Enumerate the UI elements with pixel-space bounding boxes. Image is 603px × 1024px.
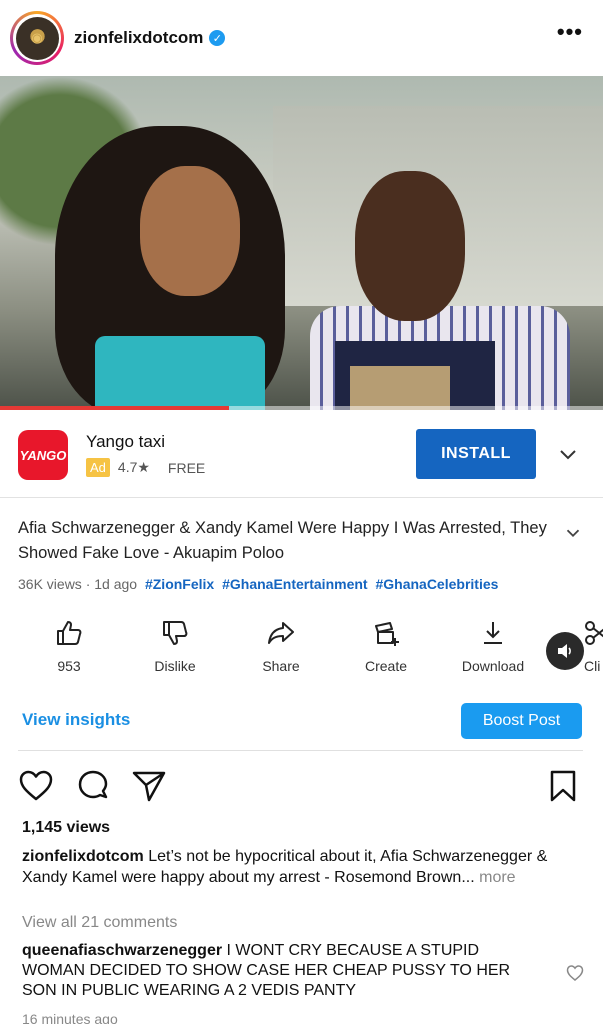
username[interactable]: zionfelixdotcom <box>74 28 203 48</box>
download-button[interactable]: Download <box>448 618 538 674</box>
view-all-comments-link[interactable]: View all 21 comments <box>22 914 177 932</box>
ad-banner[interactable]: YANGO Yango taxi Ad 4.7★ FREE INSTALL <box>0 412 603 498</box>
verified-badge-icon: ✓ <box>209 30 226 46</box>
download-icon <box>484 622 502 644</box>
comment-like-icon[interactable] <box>566 964 584 982</box>
boost-post-button[interactable]: Boost Post <box>461 703 582 739</box>
video-player[interactable] <box>0 76 603 410</box>
video-meta: 36K views · 1d ago #ZionFelix #GhanaEnte… <box>18 576 498 592</box>
yango-logo[interactable]: YANGO <box>18 430 68 480</box>
video-progress-bar[interactable] <box>0 406 603 410</box>
dislike-label: Dislike <box>154 658 196 674</box>
views-and-date: 36K views · 1d ago <box>18 576 138 592</box>
post-header: ◉ zionfelixdotcom ✓ <box>0 0 603 76</box>
comment: queenafiaschwarzenegger I WONT CRY BECAU… <box>22 941 542 1001</box>
view-count[interactable]: 1,145 views <box>22 819 110 837</box>
thumbs-up-icon <box>57 621 82 645</box>
expand-description-icon[interactable] <box>562 522 584 544</box>
like-button[interactable]: 953 <box>24 618 114 674</box>
share-button[interactable]: Share <box>236 618 326 674</box>
caption-more-link[interactable]: more <box>479 869 515 886</box>
post-caption: zionfelixdotcom Let’s not be hypocritica… <box>22 846 582 888</box>
divider <box>18 750 583 751</box>
story-ring[interactable]: ◉ <box>10 11 64 65</box>
send-icon[interactable] <box>131 768 167 804</box>
dislike-button[interactable]: Dislike <box>130 618 220 674</box>
like-count: 953 <box>57 658 81 674</box>
avatar[interactable]: ◉ <box>15 16 59 60</box>
ad-badge: Ad <box>86 458 110 477</box>
hashtag[interactable]: #ZionFelix <box>145 576 214 592</box>
clip-label: Cli <box>584 658 601 674</box>
sound-toggle-button[interactable] <box>546 632 584 670</box>
create-icon <box>375 622 399 646</box>
video-actions: 953 Dislike Share Create Download Cli <box>0 618 603 682</box>
chevron-down-icon[interactable] <box>556 442 580 466</box>
ad-price: FREE <box>167 459 206 476</box>
bookmark-icon[interactable] <box>545 768 581 804</box>
hashtag[interactable]: #GhanaEntertainment <box>222 576 367 592</box>
video-title: Afia Schwarzenegger & Xandy Kamel Were H… <box>18 519 547 562</box>
create-label: Create <box>364 658 408 674</box>
share-label: Share <box>262 658 300 674</box>
post-timestamp: 16 minutes ago <box>22 1011 118 1024</box>
speaker-icon <box>558 644 571 658</box>
hashtag[interactable]: #GhanaCelebrities <box>375 576 498 592</box>
ad-rating: 4.7★ <box>117 459 150 475</box>
ad-meta: Ad 4.7★ FREE <box>86 458 205 477</box>
share-icon <box>268 622 294 644</box>
view-insights-link[interactable]: View insights <box>22 710 130 730</box>
thumbs-down-icon <box>163 621 188 645</box>
caption-username[interactable]: zionfelixdotcom <box>22 848 144 865</box>
install-button[interactable]: INSTALL <box>416 429 536 479</box>
video-progress-fill <box>0 406 230 410</box>
heart-icon[interactable] <box>18 768 54 804</box>
clip-icon <box>585 621 603 645</box>
create-button[interactable]: Create <box>341 618 431 674</box>
more-options-icon[interactable]: ••• <box>557 21 583 43</box>
comment-username[interactable]: queenafiaschwarzenegger <box>22 942 222 959</box>
comment-icon[interactable] <box>75 768 111 804</box>
download-label: Download <box>461 658 525 674</box>
ad-title[interactable]: Yango taxi <box>86 432 165 452</box>
